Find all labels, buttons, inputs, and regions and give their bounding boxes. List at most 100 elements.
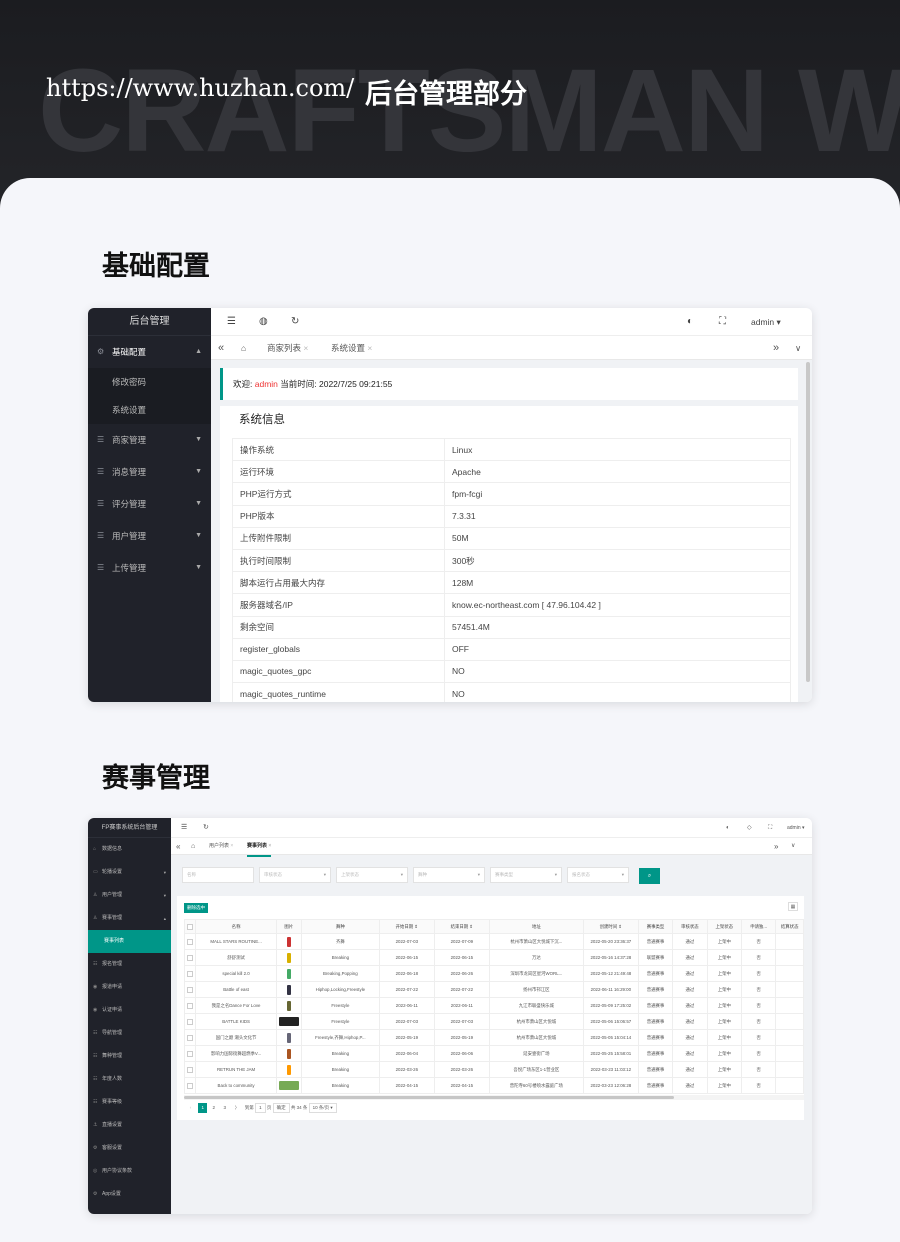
row-checkbox[interactable] <box>183 1045 197 1062</box>
row-checkbox[interactable] <box>183 1061 197 1078</box>
tabs-left-icon[interactable]: « <box>176 838 180 855</box>
table-row[interactable]: BATTLE KIDS Freestyle 2022-07-03 2022-07-03… <box>183 1013 804 1030</box>
tab-user-list[interactable]: 用户列表 × <box>209 838 233 855</box>
menu-toggle-icon[interactable]: ☰ <box>181 818 187 838</box>
sidebar-item-upload[interactable]: ☰ 上传管理 ▼ <box>88 552 211 584</box>
column-header[interactable]: 申请独... <box>740 919 777 934</box>
page-number[interactable]: 1 <box>198 1103 208 1113</box>
search-button[interactable]: ⌕ <box>639 868 660 884</box>
sidebar-item[interactable]: ⚙ 客服设置 <box>88 1137 171 1160</box>
globe-icon[interactable]: ◍ <box>259 308 268 336</box>
close-icon[interactable]: × <box>367 343 372 353</box>
table-row[interactable]: RETRUN THE JAM Breaking 2022-03-26 2022-03-… <box>183 1061 804 1078</box>
column-header[interactable]: 创建时间 ⇕ <box>582 919 639 934</box>
row-checkbox[interactable] <box>183 1029 197 1046</box>
column-header[interactable]: 赛事类型 <box>637 919 674 934</box>
sidebar-item-rating[interactable]: ☰ 评分管理 ▼ <box>88 488 211 520</box>
user-menu[interactable]: admin ▾ <box>751 308 781 336</box>
table-row[interactable]: 国门之巅 潮头文化节 Freestyle,齐舞,Hiphop,P... 2022-0… <box>183 1029 804 1046</box>
sidebar-item[interactable]: ☷ 导航管理 <box>88 1022 171 1045</box>
home-icon[interactable]: ⌂ <box>191 838 195 855</box>
table-row[interactable]: special kill 2.0 Breaking,Popping 2022-06-… <box>183 965 804 982</box>
tab-system-settings[interactable]: 系统设置 × <box>331 336 372 360</box>
next-page-icon[interactable]: 〉 <box>233 1103 242 1113</box>
row-checkbox[interactable] <box>183 997 197 1014</box>
column-header[interactable]: 结束日期 ⇕ <box>433 919 490 934</box>
tab-event-list[interactable]: 赛事列表 × <box>247 838 272 857</box>
tabs-right-icon[interactable]: » <box>773 336 779 360</box>
sidebar-item[interactable]: ☷ 舞种管理 <box>88 1045 171 1068</box>
chevron-down-icon[interactable]: ∨ <box>795 336 801 360</box>
table-row[interactable]: 舒舒测试 Breaking 2022-06-15 2022-06-15 万达 2022-0… <box>183 949 804 966</box>
table-row[interactable]: Battle of east Hiphop,Locking,Freestyle 20… <box>183 981 804 998</box>
scrollbar-thumb[interactable] <box>184 1096 674 1099</box>
table-row[interactable]: MALL STARS ROUTINE... 齐舞 2022-07-03 2022-07… <box>183 933 804 950</box>
user-menu[interactable]: admin ▾ <box>787 818 805 838</box>
refresh-icon[interactable]: ↻ <box>291 308 299 336</box>
filter-name-input[interactable]: 名称 <box>182 867 254 883</box>
row-checkbox[interactable] <box>183 933 197 950</box>
filter-type-select[interactable]: 赛事类型 ▾ <box>490 867 562 883</box>
tabs-left-icon[interactable]: « <box>218 336 224 360</box>
filter-signup-select[interactable]: 报名状态 ▾ <box>567 867 629 883</box>
sidebar-item[interactable]: ◉ 报道申请 <box>88 976 171 999</box>
confirm-button[interactable]: 确定 <box>272 1103 290 1113</box>
table-row[interactable]: Back to community Breaking 2022-04-15 2022-… <box>183 1077 804 1094</box>
prev-page-icon[interactable]: ‹ <box>186 1103 195 1113</box>
column-header[interactable]: 审核状态 <box>672 919 708 934</box>
filter-audit-select[interactable]: 审核状态 ▾ <box>259 867 331 883</box>
sidebar-item[interactable]: ⚓ 直播设置 <box>88 1114 171 1137</box>
vertical-scrollbar[interactable] <box>806 362 810 682</box>
delete-selected-button[interactable]: 删除选中 <box>184 903 208 913</box>
close-icon[interactable]: × <box>268 843 271 849</box>
per-page-select[interactable]: 10 条/页 ▾ <box>308 1103 337 1113</box>
column-header[interactable]: 上架状态 <box>706 919 742 934</box>
row-checkbox[interactable] <box>183 981 197 998</box>
row-checkbox[interactable] <box>183 965 197 982</box>
select-all-checkbox[interactable] <box>183 919 197 934</box>
sidebar-item[interactable]: ☷ 年度人数 <box>88 1068 171 1091</box>
columns-icon[interactable]: ▦ <box>788 902 798 911</box>
filter-dance-select[interactable]: 舞种 ▾ <box>413 867 485 883</box>
horizontal-scrollbar[interactable] <box>184 1095 804 1100</box>
table-row[interactable]: 影响力国际街舞超燃季V... Breaking 2022-06-04 2022-06-… <box>183 1045 804 1062</box>
row-checkbox[interactable] <box>183 1077 197 1094</box>
tab-merchant-list[interactable]: 商家列表 × <box>267 336 308 360</box>
row-checkbox[interactable] <box>183 949 197 966</box>
row-checkbox[interactable] <box>183 1013 197 1030</box>
close-icon[interactable]: × <box>230 843 233 849</box>
close-icon[interactable]: × <box>303 343 308 353</box>
page-number[interactable]: 2 <box>209 1103 218 1113</box>
filter-shelf-select[interactable]: 上架状态 ▾ <box>336 867 408 883</box>
theme-icon[interactable]: ◐ <box>726 818 730 838</box>
sidebar-item[interactable]: ♙ 用户管理 ▾ <box>88 884 171 907</box>
fullscreen-icon[interactable]: ⛶ <box>719 308 726 336</box>
refresh-icon[interactable]: ↻ <box>203 818 209 838</box>
sidebar-item[interactable]: ♙ 赛事管理 ▴ <box>88 907 171 930</box>
sidebar-item[interactable]: ⚙ App设置 <box>88 1183 171 1206</box>
sidebar-item[interactable]: ☷ 报名管理 <box>88 953 171 976</box>
submenu-item-password[interactable]: 修改密码 <box>88 368 211 396</box>
column-header[interactable]: 地址 <box>488 919 584 934</box>
sidebar-item-merchant[interactable]: ☰ 商家管理 ▼ <box>88 424 211 456</box>
chevron-down-icon[interactable]: ∨ <box>791 838 795 855</box>
table-row[interactable]: 我是之名Dance For Love Freestyle 2022-06-11 202… <box>183 997 804 1014</box>
sidebar-item[interactable]: ⌂ 数据信息 <box>88 838 171 861</box>
column-header[interactable]: 舞种 <box>300 919 380 934</box>
column-header[interactable]: 开始日期 ⇕ <box>378 919 435 934</box>
page-input[interactable]: 1 <box>255 1103 266 1113</box>
sidebar-item[interactable]: ▭ 轮播设置 ▾ <box>88 861 171 884</box>
sidebar-item-user[interactable]: ☰ 用户管理 ▼ <box>88 520 211 552</box>
theme-icon[interactable]: ◐ <box>687 308 693 336</box>
page-number[interactable]: 3 <box>220 1103 229 1113</box>
tabs-right-icon[interactable]: » <box>774 838 778 855</box>
sidebar-item[interactable]: 赛事列表 <box>88 930 171 953</box>
submenu-item-settings[interactable]: 系统设置 <box>88 396 211 424</box>
menu-toggle-icon[interactable]: ☰ <box>227 308 236 336</box>
column-header[interactable]: 名称 <box>195 919 277 934</box>
sidebar-item-message[interactable]: ☰ 消息管理 ▼ <box>88 456 211 488</box>
sidebar-item[interactable]: ◎ 用户协议条款 <box>88 1160 171 1183</box>
home-icon[interactable]: ⌂ <box>237 336 251 362</box>
column-header[interactable]: 结算状态 <box>775 919 804 934</box>
sidebar-item[interactable]: ☷ 赛事等级 <box>88 1091 171 1114</box>
